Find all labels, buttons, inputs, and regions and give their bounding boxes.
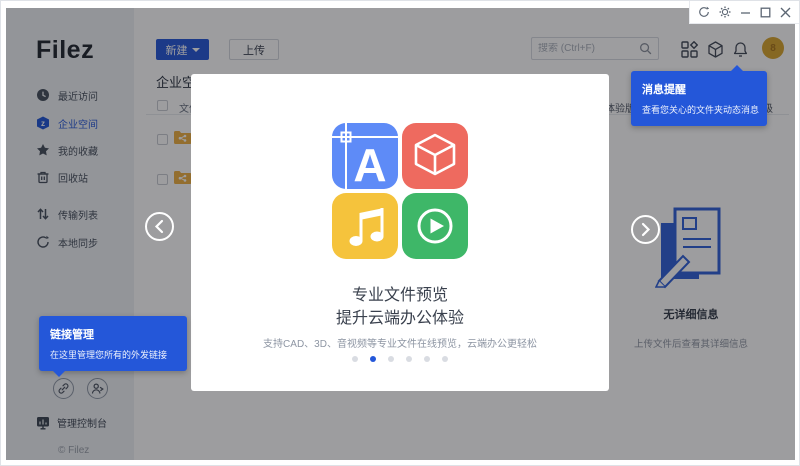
- cad-preview-icon: A: [332, 123, 398, 189]
- chevron-right-icon: [641, 222, 651, 237]
- tooltip-body: 在这里管理您所有的外发链接: [50, 350, 168, 360]
- onboarding-modal: A 专业文件预览 提升云端办公体验 支持CAD、3D、音视频等专业文件在线预览，…: [191, 74, 609, 391]
- 3d-preview-icon: [402, 123, 468, 189]
- carousel-prev-button[interactable]: [145, 212, 174, 241]
- carousel-dot[interactable]: [352, 356, 358, 362]
- modal-title-line1: 专业文件预览: [351, 287, 448, 304]
- carousel-dot[interactable]: [424, 356, 430, 362]
- tooltip-body: 查看您关心的文件夹动态消息: [642, 105, 760, 115]
- carousel-dots: [191, 356, 609, 362]
- carousel-dot[interactable]: [388, 356, 394, 362]
- carousel-dot[interactable]: [370, 356, 376, 362]
- modal-title-line2: 提升云端办公体验: [335, 310, 464, 327]
- link-manager-tooltip: 链接管理 在这里管理您所有的外发链接: [39, 316, 187, 377]
- settings-gear-button[interactable]: [719, 6, 731, 18]
- app-window: Filez 最近访问 z 企业空间 我的收藏 回收站 传输列表 本地同步 管理控…: [0, 0, 800, 466]
- minimize-button[interactable]: [740, 7, 751, 18]
- preview-tiles: A: [332, 123, 468, 259]
- audio-preview-icon: [332, 193, 398, 259]
- message-reminder-tooltip: 消息提醒 查看您关心的文件夹动态消息: [631, 65, 767, 126]
- modal-title: 专业文件预览 提升云端办公体验: [191, 284, 609, 330]
- tooltip-title: 链接管理: [50, 329, 94, 341]
- chevron-left-icon: [154, 219, 164, 234]
- maximize-button[interactable]: [760, 7, 771, 18]
- tooltip-title: 消息提醒: [642, 84, 686, 96]
- window-controls: [689, 1, 799, 24]
- modal-subtitle: 支持CAD、3D、音视频等专业文件在线预览，云端办公更轻松: [263, 339, 537, 350]
- close-button[interactable]: [780, 7, 791, 18]
- refresh-button[interactable]: [698, 6, 710, 18]
- carousel-dot[interactable]: [406, 356, 412, 362]
- carousel-next-button[interactable]: [631, 215, 660, 244]
- video-preview-icon: [402, 193, 468, 259]
- carousel-dot[interactable]: [442, 356, 448, 362]
- svg-text:A: A: [353, 139, 386, 189]
